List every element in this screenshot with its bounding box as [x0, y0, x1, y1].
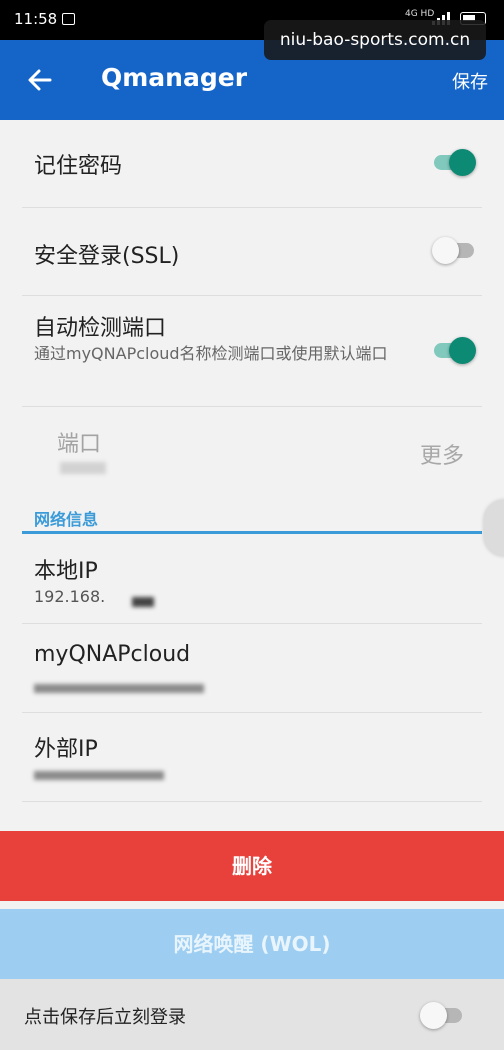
- secure-login-row: 安全登录(SSL): [22, 208, 482, 296]
- remember-password-toggle[interactable]: [432, 148, 478, 176]
- auto-detect-port-toggle[interactable]: [432, 336, 478, 364]
- local-ip-row: 本地IP 192.168.: [22, 535, 482, 624]
- secure-login-label: 安全登录(SSL): [34, 244, 180, 269]
- watermark: niu-bao-sports.com.cn: [264, 20, 486, 60]
- myqnapcloud-row: myQNAPcloud: [22, 624, 482, 713]
- more-button[interactable]: 更多: [420, 438, 464, 470]
- port-value-redacted: [60, 462, 106, 474]
- back-arrow-icon[interactable]: [24, 64, 56, 96]
- scroll-handle[interactable]: [484, 500, 504, 556]
- external-ip-row: 外部IP: [22, 713, 482, 802]
- local-ip-label: 本地IP: [34, 559, 98, 584]
- login-after-save-row: 点击保存后立刻登录: [0, 979, 504, 1050]
- status-time: 11:58: [14, 10, 58, 28]
- auto-detect-port-row: 自动检测端口 通过myQNAPcloud名称检测端口或使用默认端口: [22, 296, 482, 407]
- save-button[interactable]: 保存: [452, 68, 488, 94]
- login-after-save-label: 点击保存后立刻登录: [24, 1007, 186, 1028]
- remember-password-label: 记住密码: [34, 154, 123, 179]
- section-divider: [22, 531, 482, 534]
- network-type: 4G HD: [405, 9, 435, 19]
- wake-on-lan-button[interactable]: 网络唤醒 (WOL): [0, 909, 504, 979]
- external-ip-value-redacted: [34, 771, 164, 780]
- login-after-save-toggle[interactable]: [420, 1001, 466, 1029]
- auto-detect-port-label: 自动检测端口: [34, 316, 167, 341]
- auto-detect-port-description: 通过myQNAPcloud名称检测端口或使用默认端口: [34, 344, 388, 363]
- page-title: Qmanager: [101, 63, 248, 92]
- myqnapcloud-value-redacted: [34, 684, 204, 693]
- secure-login-toggle[interactable]: [432, 236, 478, 264]
- port-label: 端口: [57, 432, 102, 457]
- delete-button[interactable]: 删除: [0, 831, 504, 901]
- external-ip-label: 外部IP: [34, 737, 98, 762]
- local-ip-value: 192.168.: [34, 587, 106, 606]
- myqnapcloud-label: myQNAPcloud: [34, 642, 191, 667]
- image-notification-icon: [62, 13, 75, 25]
- remember-password-row: 记住密码: [22, 120, 482, 208]
- network-info-heading: 网络信息: [34, 510, 99, 529]
